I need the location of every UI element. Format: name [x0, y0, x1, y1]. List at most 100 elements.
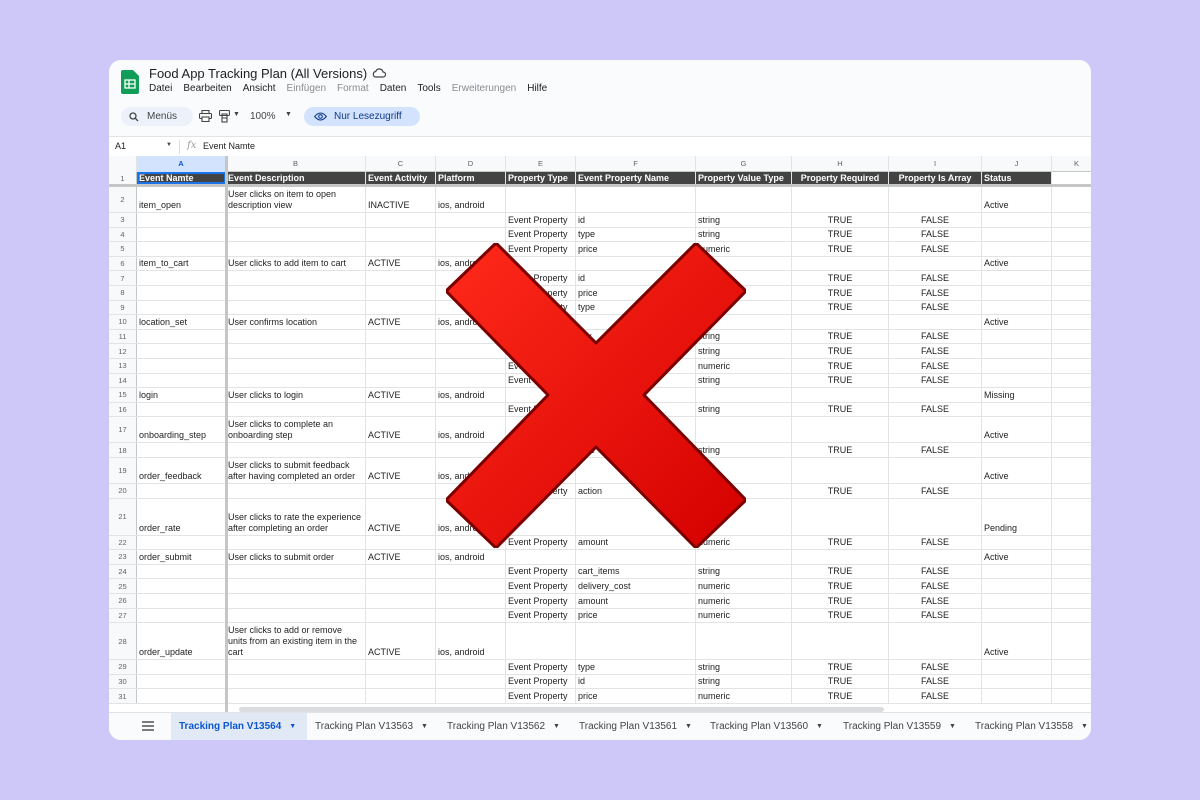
row-number[interactable]: 3 [109, 213, 137, 227]
cell-f[interactable]: amount [576, 594, 696, 608]
cell-g[interactable] [696, 187, 792, 212]
cell-c[interactable] [366, 579, 436, 593]
cell-i[interactable]: FALSE [889, 359, 982, 373]
cell-a[interactable] [137, 286, 226, 300]
cell-i[interactable]: FALSE [889, 689, 982, 703]
cell-j[interactable] [982, 660, 1052, 674]
menu-item-tools[interactable]: Tools [417, 83, 440, 94]
all-sheets-menu-icon[interactable] [141, 720, 155, 732]
cell-g[interactable] [696, 623, 792, 660]
cell-k[interactable] [1052, 172, 1091, 184]
cell-f[interactable]: id [576, 674, 696, 689]
cell-j[interactable] [982, 286, 1052, 300]
cell-b[interactable]: User clicks to rate the experience after… [226, 498, 366, 535]
cell-j[interactable]: Active [982, 417, 1052, 443]
cell-i[interactable]: FALSE [889, 484, 982, 498]
cell-f[interactable]: id [576, 213, 696, 227]
cell-i[interactable]: FALSE [889, 300, 982, 315]
cell-k[interactable] [1052, 594, 1091, 608]
menu-item-datei[interactable]: Datei [149, 83, 172, 94]
cell-i[interactable] [889, 550, 982, 564]
cell-e[interactable]: Event Property [506, 579, 576, 593]
cell-c[interactable] [366, 373, 436, 388]
cell-a[interactable] [137, 242, 226, 256]
cell-j[interactable] [982, 373, 1052, 388]
cell-j[interactable] [982, 329, 1052, 344]
cell-c[interactable]: ACTIVE [366, 315, 436, 329]
column-header-k[interactable]: K [1052, 156, 1091, 172]
cell-g[interactable]: Property Value Type [696, 172, 792, 184]
cell-k[interactable] [1052, 660, 1091, 674]
cell-k[interactable] [1052, 417, 1091, 442]
cell-a[interactable]: order_rate [137, 498, 226, 535]
cell-f[interactable] [576, 550, 696, 564]
tab-caret-icon[interactable]: ▼ [289, 723, 296, 730]
cell-a[interactable] [137, 660, 226, 674]
cell-h[interactable]: TRUE [792, 286, 889, 300]
cell-a[interactable] [137, 564, 226, 579]
menu-item-einfügen[interactable]: Einfügen [287, 83, 326, 94]
row-number[interactable]: 23 [109, 550, 137, 564]
cell-b[interactable]: User clicks to submit feedback after hav… [226, 458, 366, 483]
row-number[interactable]: 10 [109, 315, 137, 329]
cell-k[interactable] [1052, 242, 1091, 256]
cell-i[interactable]: FALSE [889, 608, 982, 623]
cell-b[interactable] [226, 227, 366, 242]
row-number[interactable]: 27 [109, 608, 137, 623]
cell-c[interactable] [366, 484, 436, 498]
cell-k[interactable] [1052, 579, 1091, 593]
column-header-d[interactable]: D [436, 156, 506, 172]
cell-h[interactable] [792, 498, 889, 535]
cell-d[interactable]: ios, android [436, 550, 506, 564]
cell-e[interactable]: Event Property [506, 660, 576, 674]
cell-a[interactable] [137, 608, 226, 623]
cell-g[interactable] [696, 550, 792, 564]
cell-h[interactable]: TRUE [792, 402, 889, 417]
cell-a[interactable]: order_submit [137, 550, 226, 564]
column-header-h[interactable]: H [792, 156, 889, 172]
row-number[interactable]: 17 [109, 417, 137, 443]
cell-a[interactable] [137, 594, 226, 608]
cell-j[interactable] [982, 608, 1052, 623]
sheet-tab[interactable]: Tracking Plan V13559 ▼ [835, 713, 967, 740]
cell-h[interactable] [792, 623, 889, 660]
cell-i[interactable] [889, 256, 982, 271]
column-header-f[interactable]: F [576, 156, 696, 172]
cell-f[interactable]: delivery_cost [576, 579, 696, 593]
zoom-select[interactable]: 100% [250, 111, 276, 122]
cell-i[interactable] [889, 417, 982, 443]
cell-b[interactable] [226, 213, 366, 227]
cell-c[interactable] [366, 329, 436, 344]
cell-c[interactable]: INACTIVE [366, 187, 436, 212]
cell-h[interactable]: TRUE [792, 443, 889, 457]
sheet-tab[interactable]: Tracking Plan V13560 ▼ [702, 713, 835, 740]
cell-g[interactable]: string [696, 213, 792, 227]
cell-j[interactable]: Active [982, 550, 1052, 564]
cell-a[interactable] [137, 344, 226, 358]
cell-g[interactable]: numeric [696, 689, 792, 703]
row-number[interactable]: 29 [109, 660, 137, 674]
cell-a[interactable] [137, 689, 226, 703]
cell-a[interactable] [137, 443, 226, 457]
cell-j[interactable] [982, 484, 1052, 498]
cell-i[interactable] [889, 388, 982, 402]
row-number[interactable]: 22 [109, 535, 137, 550]
menu-item-format[interactable]: Format [337, 83, 369, 94]
cell-h[interactable]: TRUE [792, 660, 889, 674]
sheet-tab[interactable]: Tracking Plan V13561 ▼ [571, 713, 702, 740]
row-number[interactable]: 30 [109, 674, 137, 689]
cell-j[interactable] [982, 213, 1052, 227]
cell-c[interactable] [366, 443, 436, 457]
cell-a[interactable] [137, 579, 226, 593]
cell-c[interactable] [366, 300, 436, 315]
row-number[interactable]: 8 [109, 286, 137, 300]
row-number[interactable]: 11 [109, 329, 137, 344]
name-box[interactable]: A1 [115, 141, 126, 151]
row-number[interactable]: 6 [109, 256, 137, 271]
cell-b[interactable] [226, 443, 366, 457]
cell-b[interactable] [226, 359, 366, 373]
cell-i[interactable]: FALSE [889, 674, 982, 689]
menu-item-ansicht[interactable]: Ansicht [243, 83, 276, 94]
tab-caret-icon[interactable]: ▼ [1081, 723, 1088, 730]
row-number[interactable]: 28 [109, 623, 137, 660]
